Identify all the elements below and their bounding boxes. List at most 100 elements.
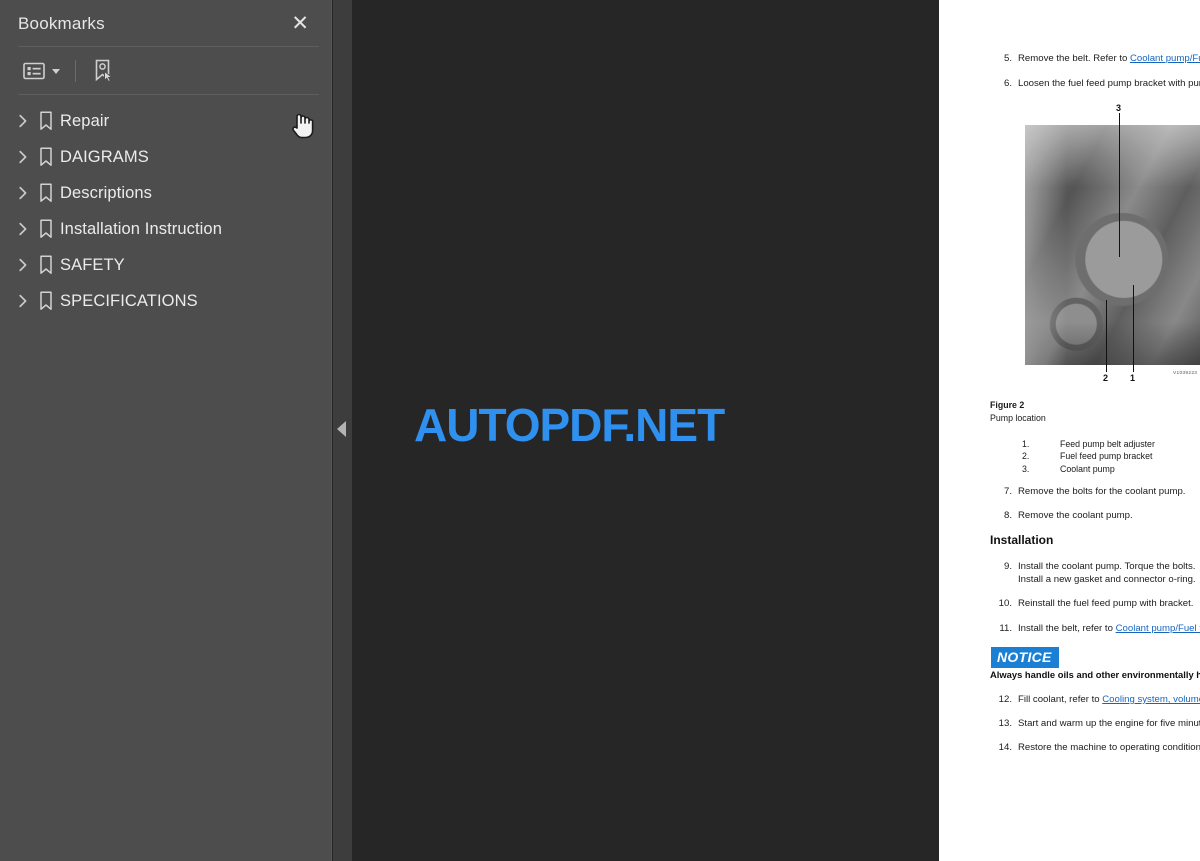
list-item: 6. Loosen the fuel feed pump bracket wit… [990, 77, 1200, 90]
step-number: 9. [1003, 561, 1012, 572]
chevron-right-icon[interactable] [14, 114, 32, 128]
list-item: 14. Restore the machine to operating con… [990, 741, 1200, 754]
bookmark-icon [32, 291, 60, 311]
step-text-line2: Install a new gasket and connector o-rin… [1018, 574, 1196, 585]
new-bookmark-glyph [95, 59, 114, 83]
step-number: 7. [1003, 486, 1012, 497]
legend-number: 1. [1022, 439, 1030, 449]
step-text: Remove the belt. Refer to Coolant pump/F… [1018, 52, 1200, 65]
step-text: Fill coolant, refer to Cooling system, v… [1018, 693, 1200, 706]
step-number: 13. [998, 718, 1012, 729]
page-title: Bookmarks [18, 13, 105, 33]
chevron-right-icon[interactable] [14, 258, 32, 272]
close-icon[interactable]: ✕ [287, 11, 313, 36]
step-text-leading: Install the belt, refer to [1018, 623, 1116, 634]
hand-cursor-icon [288, 109, 314, 139]
step-text: Start and warm up the engine for five mi… [1018, 718, 1200, 729]
step-number: 8. [1003, 510, 1012, 521]
bookmark-icon [32, 183, 60, 203]
list-options-icon[interactable] [20, 60, 63, 82]
step-text: Remove the bolts for the coolant pump. [1018, 486, 1186, 497]
callout-number: 1 [1130, 373, 1136, 383]
bookmark-item-repair[interactable]: Repair [0, 103, 331, 139]
step-text: Install the belt, refer to Coolant pump/… [1018, 622, 1200, 635]
new-bookmark-icon[interactable] [90, 57, 118, 85]
chevron-down-icon[interactable] [52, 68, 60, 74]
callout-leader-1 [1133, 285, 1135, 372]
cross-reference-link[interactable]: Coolant pump/Fuel feed pump belt, replac… [1116, 623, 1200, 634]
notice-text: Always handle oils and other environment… [990, 669, 1200, 680]
bookmark-item-descriptions[interactable]: Descriptions [0, 175, 331, 211]
legend-label: Coolant pump [1060, 463, 1115, 474]
bookmarks-panel: Bookmarks ✕ Repair DAIGRAMS Descriptions… [0, 0, 332, 861]
list-item: 12. Fill coolant, refer to Cooling syste… [990, 693, 1200, 706]
bookmark-item-label: Descriptions [60, 183, 152, 202]
figure-legend: 1. Feed pump belt adjuster 2. Fuel feed … [1022, 438, 1155, 475]
engine-photo [1025, 125, 1200, 365]
step-number: 12. [998, 694, 1012, 705]
section-heading: Installation [990, 533, 1054, 547]
list-item: 7. Remove the bolts for the coolant pump… [990, 485, 1200, 498]
bookmark-item-label: Repair [60, 111, 110, 130]
legend-item: 1. Feed pump belt adjuster [1022, 438, 1155, 450]
bookmarks-toolbar [0, 47, 331, 95]
step-text: Remove the coolant pump. [1018, 510, 1133, 521]
step-number: 5. [1003, 53, 1012, 64]
step-text-line1: Install the coolant pump. Torque the bol… [1018, 561, 1196, 572]
chevron-right-icon[interactable] [14, 150, 32, 164]
bookmark-icon [32, 147, 60, 167]
legend-item: 2. Fuel feed pump bracket [1022, 450, 1155, 462]
document-content: 5. Remove the belt. Refer to Coolant pum… [939, 0, 1200, 861]
chevron-right-icon[interactable] [14, 186, 32, 200]
bookmark-item-safety[interactable]: SAFETY [0, 247, 331, 283]
step-text: Restore the machine to operating conditi… [1018, 742, 1200, 753]
step-number: 14. [998, 742, 1012, 753]
step-text-leading: Fill coolant, refer to [1018, 694, 1103, 705]
bookmark-icon [32, 111, 60, 131]
callout-number: 2 [1103, 373, 1109, 383]
bookmark-item-specifications[interactable]: SPECIFICATIONS [0, 283, 331, 319]
cross-reference-link[interactable]: Coolant pump/Fuel feed pump belt, replac… [1130, 53, 1200, 64]
bookmark-icon [32, 219, 60, 239]
list-item: 11. Install the belt, refer to Coolant p… [990, 622, 1200, 635]
pdf-page: 5. Remove the belt. Refer to Coolant pum… [939, 0, 1200, 861]
chevron-right-icon[interactable] [14, 222, 32, 236]
toolbar-divider-line [18, 94, 319, 95]
bookmark-item-label: DAIGRAMS [60, 147, 149, 166]
step-number: 10. [998, 598, 1012, 609]
bookmark-item-installation-instruction[interactable]: Installation Instruction [0, 211, 331, 247]
list-options-glyph [23, 62, 45, 80]
step-text: Reinstall the fuel feed pump with bracke… [1018, 598, 1194, 609]
bookmarks-header: Bookmarks ✕ [0, 0, 331, 47]
list-item: 13. Start and warm up the engine for fiv… [990, 717, 1200, 730]
list-item: 9. Install the coolant pump. Torque the … [990, 560, 1200, 586]
legend-label: Feed pump belt adjuster [1060, 439, 1155, 449]
legend-number: 3. [1022, 463, 1030, 474]
chevron-right-icon[interactable] [14, 294, 32, 308]
cross-reference-link[interactable]: Cooling system, volume [1102, 694, 1200, 705]
notice-badge: NOTICE [991, 647, 1059, 668]
figure-caption-title: Figure 2 [990, 400, 1025, 410]
bookmark-item-label: Installation Instruction [60, 219, 222, 238]
toolbar-divider [75, 60, 76, 82]
step-text: Install the coolant pump. Torque the bol… [1018, 560, 1200, 586]
legend-label: Fuel feed pump bracket [1060, 451, 1153, 462]
callout-leader-2 [1106, 300, 1108, 372]
triangle-left-icon[interactable] [337, 421, 346, 437]
figure-caption-subtitle: Pump location [990, 412, 1046, 423]
bookmark-tree: Repair DAIGRAMS Descriptions Installation I… [0, 95, 331, 319]
callout-number: 3 [1116, 103, 1122, 113]
pdf-viewer-area: 5. Remove the belt. Refer to Coolant pum… [352, 0, 1200, 861]
legend-item: 3. Coolant pump [1022, 463, 1155, 475]
list-item: 10. Reinstall the fuel feed pump with br… [990, 597, 1200, 610]
photo-shading-overlay [1025, 125, 1200, 365]
bookmark-item-label: SAFETY [60, 255, 125, 274]
step-number: 6. [1003, 78, 1012, 89]
list-item: 8. Remove the coolant pump. [990, 509, 1200, 522]
bookmark-item-daigrams[interactable]: DAIGRAMS [0, 139, 331, 175]
legend-number: 2. [1022, 451, 1030, 462]
step-text: Loosen the fuel feed pump bracket with p… [1018, 78, 1200, 89]
figure-image-block: 3 2 1 V1039223 [1025, 103, 1200, 388]
figure-image-id: V1039223 [1173, 371, 1198, 376]
step-text-leading: Remove the belt. Refer to [1018, 53, 1130, 64]
